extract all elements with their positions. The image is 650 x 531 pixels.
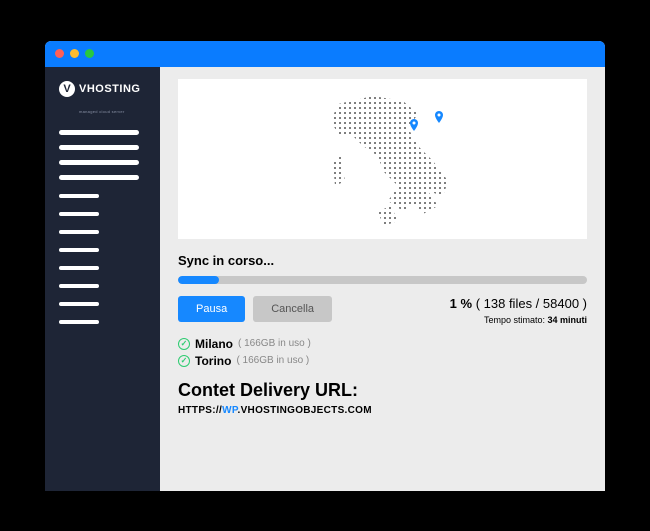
- sidebar: V VHOSTING managed cloud server: [45, 67, 160, 491]
- sidebar-item[interactable]: [59, 302, 99, 306]
- italy-map-icon: [283, 86, 483, 231]
- cdn-url: HTTPS://WP.VHOSTINGOBJECTS.COM: [178, 405, 587, 416]
- sidebar-item[interactable]: [59, 248, 99, 252]
- button-group: Pausa Cancella: [178, 296, 332, 322]
- sidebar-item[interactable]: [59, 145, 139, 150]
- map-pin-icon: [433, 111, 445, 123]
- map-card: [178, 79, 587, 239]
- progress-fill: [178, 276, 219, 284]
- sidebar-item[interactable]: [59, 284, 99, 288]
- brand-name: VHOSTING: [79, 83, 140, 95]
- location-row: Torino ( 166GB in uso ): [178, 354, 587, 368]
- window-body: V VHOSTING managed cloud server: [45, 67, 605, 491]
- sync-eta: Tempo stimato: 34 minuti: [450, 315, 587, 325]
- cancel-button[interactable]: Cancella: [253, 296, 332, 322]
- app-window: V VHOSTING managed cloud server: [45, 41, 605, 491]
- sidebar-item[interactable]: [59, 230, 99, 234]
- close-icon[interactable]: [55, 49, 64, 58]
- logo-mark-icon: V: [59, 81, 75, 97]
- brand-logo: V VHOSTING: [59, 81, 146, 97]
- map-pin-icon: [408, 119, 420, 131]
- location-row: Milano ( 166GB in uso ): [178, 337, 587, 351]
- locations-list: Milano ( 166GB in uso ) Torino ( 166GB i…: [178, 337, 587, 368]
- sync-percent: 1 %: [450, 296, 472, 311]
- pause-button[interactable]: Pausa: [178, 296, 245, 322]
- sync-percent-line: 1 % ( 138 files / 58400 ): [450, 296, 587, 311]
- sidebar-item[interactable]: [59, 212, 99, 216]
- sidebar-item[interactable]: [59, 175, 139, 180]
- sidebar-item[interactable]: [59, 130, 139, 135]
- sidebar-item[interactable]: [59, 266, 99, 270]
- location-usage: ( 166GB in uso ): [236, 355, 309, 366]
- sync-files: ( 138 files / 58400 ): [476, 296, 587, 311]
- sync-stats: 1 % ( 138 files / 58400 ) Tempo stimato:…: [450, 296, 587, 325]
- cdn-section-title: Contet Delivery URL:: [178, 380, 587, 401]
- controls-row: Pausa Cancella 1 % ( 138 files / 58400 )…: [178, 296, 587, 325]
- sidebar-item[interactable]: [59, 194, 99, 198]
- main-content: Sync in corso... Pausa Cancella 1 % ( 13…: [160, 67, 605, 491]
- brand-tagline: managed cloud server: [79, 109, 146, 114]
- location-name: Torino: [195, 354, 231, 368]
- location-name: Milano: [195, 337, 233, 351]
- check-icon: [178, 355, 190, 367]
- sidebar-item[interactable]: [59, 160, 139, 165]
- progress-bar: [178, 276, 587, 284]
- maximize-icon[interactable]: [85, 49, 94, 58]
- minimize-icon[interactable]: [70, 49, 79, 58]
- window-titlebar: [45, 41, 605, 67]
- sidebar-item[interactable]: [59, 320, 99, 324]
- sync-status-title: Sync in corso...: [178, 253, 587, 268]
- location-usage: ( 166GB in uso ): [238, 338, 311, 349]
- check-icon: [178, 338, 190, 350]
